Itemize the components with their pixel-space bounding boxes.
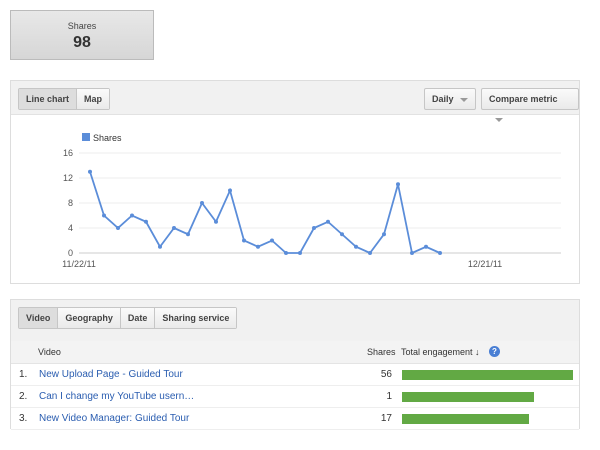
- engagement-column-header[interactable]: Total engagement ↓: [401, 347, 480, 357]
- kpi-label: Shares: [67, 21, 97, 31]
- x-tick-end: 12/21/11: [468, 259, 502, 269]
- shares-value: 17: [380, 413, 392, 424]
- line-chart-button[interactable]: Line chart: [19, 89, 78, 109]
- data-point[interactable]: [116, 226, 120, 230]
- daily-label: Daily: [432, 94, 454, 104]
- data-point[interactable]: [298, 251, 302, 255]
- data-point[interactable]: [326, 219, 330, 224]
- shares-kpi-card[interactable]: Shares 98: [10, 10, 154, 60]
- shares-column-header[interactable]: Shares: [367, 347, 396, 357]
- shares-value: 56: [380, 369, 392, 380]
- engagement-bar: [402, 414, 529, 424]
- chart-toolbar: Line chart Map Daily Compare metric: [11, 81, 579, 122]
- engagement-bar: [402, 392, 534, 402]
- tab-video[interactable]: Video: [19, 308, 59, 328]
- engagement-bar: [402, 370, 573, 380]
- table-row: 3. New Video Manager: Guided Tour 17: [11, 408, 579, 430]
- daily-dropdown[interactable]: Daily: [424, 88, 476, 110]
- help-icon[interactable]: ?: [489, 346, 500, 357]
- video-column-header[interactable]: Video: [38, 347, 61, 357]
- data-point[interactable]: [88, 169, 92, 174]
- data-point[interactable]: [102, 213, 106, 218]
- data-point[interactable]: [438, 251, 442, 255]
- table-panel: Video Geography Date Sharing service Vid…: [10, 299, 580, 430]
- row-rank: 1.: [19, 369, 28, 380]
- map-button[interactable]: Map: [77, 89, 110, 109]
- video-title-link[interactable]: New Upload Page - Guided Tour: [39, 369, 183, 380]
- data-point[interactable]: [340, 232, 344, 237]
- video-title-link[interactable]: Can I change my YouTube usern…: [39, 391, 194, 402]
- data-point[interactable]: [172, 226, 176, 230]
- table-row: 2. Can I change my YouTube usern… 1: [11, 386, 579, 408]
- y-tick-label: 4: [68, 223, 73, 233]
- data-point[interactable]: [312, 226, 316, 230]
- legend-swatch: [82, 133, 90, 141]
- y-tick-label: 0: [68, 248, 73, 258]
- chart-type-toggle: Line chart Map: [18, 88, 111, 110]
- data-point[interactable]: [200, 201, 204, 205]
- y-tick-label: 16: [63, 148, 73, 158]
- table-toolbar: Video Geography Date Sharing service: [11, 300, 579, 334]
- line-chart: Shares 16 12 8 4 011/22/11 12/21/11: [62, 133, 561, 269]
- compare-label: Compare metric: [489, 94, 558, 104]
- tab-geography[interactable]: Geography: [58, 308, 121, 328]
- data-point[interactable]: [228, 188, 232, 193]
- chart-panel: Line chart Map Daily Compare metric Shar…: [10, 80, 580, 284]
- video-title-link[interactable]: New Video Manager: Guided Tour: [39, 413, 189, 424]
- data-point[interactable]: [242, 238, 246, 243]
- data-point[interactable]: [382, 232, 386, 237]
- data-point[interactable]: [130, 213, 134, 218]
- y-tick-label: 8: [68, 198, 73, 208]
- table-header: Video Shares Total engagement ↓ ?: [11, 341, 579, 364]
- chevron-down-icon: [459, 97, 468, 102]
- table-row: 1. New Upload Page - Guided Tour 56: [11, 364, 579, 386]
- data-point[interactable]: [284, 251, 288, 255]
- legend-label: Shares: [93, 133, 122, 143]
- data-point[interactable]: [144, 219, 148, 224]
- compare-metric-dropdown[interactable]: Compare metric: [481, 88, 579, 122]
- shares-line: [89, 171, 441, 255]
- data-point[interactable]: [186, 232, 190, 237]
- data-point[interactable]: [214, 219, 218, 224]
- dimension-tabs: Video Geography Date Sharing service: [18, 307, 238, 329]
- data-point[interactable]: [396, 182, 400, 187]
- data-point[interactable]: [424, 244, 428, 249]
- data-point[interactable]: [256, 244, 260, 249]
- tab-date[interactable]: Date: [120, 308, 156, 328]
- data-point[interactable]: [354, 244, 358, 249]
- row-rank: 2.: [19, 391, 28, 402]
- data-point[interactable]: [158, 244, 162, 249]
- tab-sharing-service[interactable]: Sharing service: [155, 308, 237, 328]
- row-rank: 3.: [19, 413, 28, 424]
- y-tick-label: 12: [63, 173, 73, 183]
- shares-value: 1: [386, 391, 392, 402]
- kpi-value: 98: [73, 34, 91, 51]
- data-point[interactable]: [270, 238, 274, 243]
- data-point[interactable]: [410, 251, 414, 255]
- table-body: 1. New Upload Page - Guided Tour 56 2. C…: [11, 364, 579, 430]
- data-point[interactable]: [368, 251, 372, 255]
- x-tick-start: 11/22/11: [62, 259, 96, 269]
